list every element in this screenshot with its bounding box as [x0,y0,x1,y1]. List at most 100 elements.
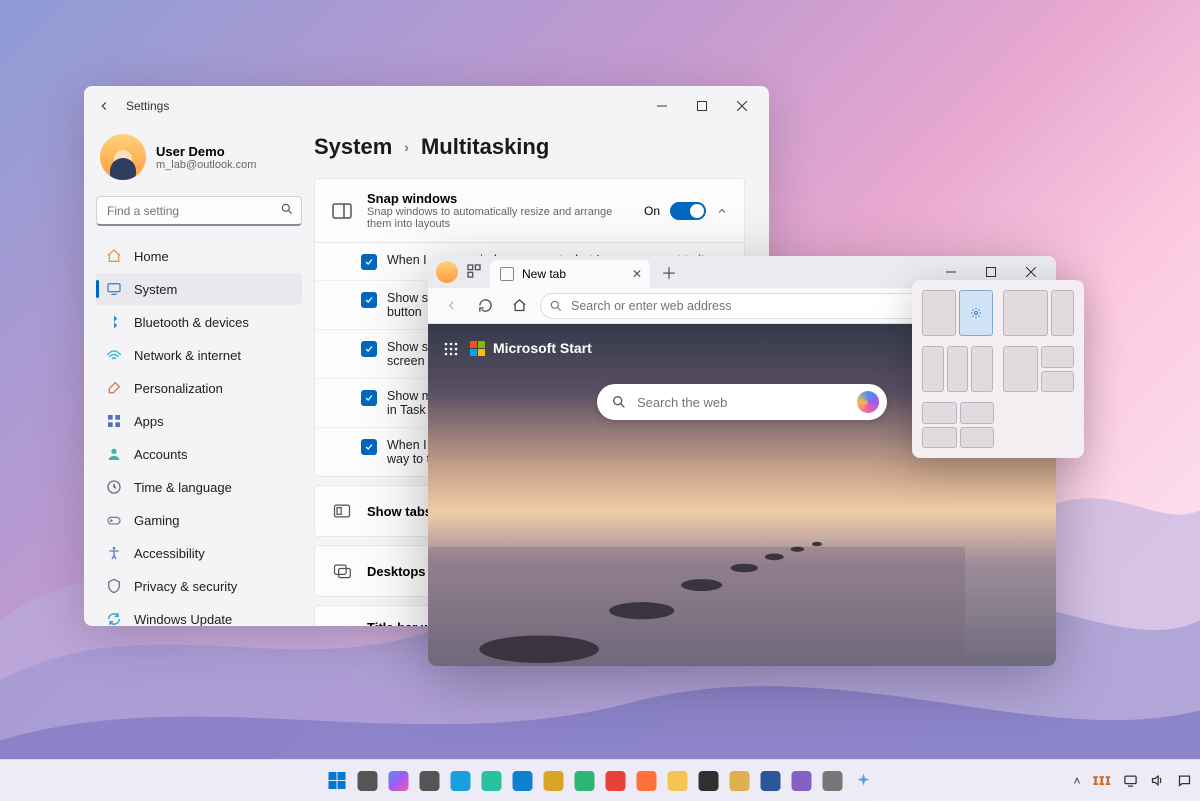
taskbar-center [324,768,877,794]
taskbar-explorer-new[interactable] [386,768,412,794]
taskbar-settings[interactable] [417,768,443,794]
taskbar-edge-canary[interactable] [541,768,567,794]
refresh-button[interactable] [472,293,498,319]
taskbar-chrome[interactable] [603,768,629,794]
search-input[interactable] [96,196,302,226]
start-brand-label: Microsoft Start [493,340,592,356]
newtab-favicon [500,267,514,281]
ntp-searchbox[interactable] [597,384,887,420]
breadcrumb-root[interactable]: System [314,134,392,160]
taskbar-edge-green[interactable] [572,768,598,794]
microsoft-logo-icon [470,341,485,356]
tray-chevron-icon[interactable]: ˄ [1074,774,1081,788]
taskbar-word[interactable] [758,768,784,794]
close-button[interactable] [723,92,761,120]
sidebar-item-home[interactable]: Home [96,240,302,272]
home-button[interactable] [506,293,532,319]
snap-layout-2col[interactable] [922,290,993,336]
snap-layout-quad[interactable] [922,402,994,448]
snap-layout-left-split[interactable] [1003,346,1074,392]
taskbar-edge[interactable] [479,768,505,794]
taskbar-edge-dev[interactable] [448,768,474,794]
sidebar-item-label: Time & language [134,480,232,495]
taskbar-files[interactable] [665,768,691,794]
checkbox-checked-icon[interactable] [361,292,377,308]
sidebar-item-time-language[interactable]: Time & language [96,471,302,503]
edge-profile-avatar[interactable] [436,261,458,283]
back-button[interactable] [92,94,116,118]
profile-email: m_lab@outlook.com [156,159,256,171]
browser-tab[interactable]: New tab ✕ [490,260,650,288]
chevron-right-icon: › [404,139,409,155]
row-icon [331,560,353,582]
snap-icon [331,200,353,222]
taskbar-edge-beta[interactable] [510,768,536,794]
taskbar[interactable]: ˄ 𝗜𝗜𝗜 [0,759,1200,801]
taskbar-task[interactable] [355,768,381,794]
minimize-button[interactable] [643,92,681,120]
row-icon [331,623,353,627]
nav-back-button[interactable] [438,293,464,319]
sidebar-item-label: Windows Update [134,612,232,627]
settings-sidebar: User Demo m_lab@outlook.com Home SystemBl… [84,126,314,626]
taskbar-store[interactable] [789,768,815,794]
taskbar-firefox[interactable] [634,768,660,794]
sidebar-item-bluetooth-devices[interactable]: Bluetooth & devices [96,306,302,338]
breadcrumb: System › Multitasking [314,130,745,178]
search-icon [549,299,563,313]
snap-layout-2col-wide[interactable] [1003,290,1074,336]
new-tab-button[interactable]: ＋ [656,259,682,285]
search-icon [611,394,627,410]
checkbox-checked-icon[interactable] [361,439,377,455]
avatar [100,134,146,180]
bt-icon [106,314,122,330]
tray-network-icon[interactable] [1123,773,1138,788]
sidebar-item-gaming[interactable]: Gaming [96,504,302,536]
chevron-up-icon[interactable] [716,205,728,217]
profile-block[interactable]: User Demo m_lab@outlook.com [96,126,302,196]
copilot-icon[interactable] [857,391,879,413]
sidebar-item-privacy-security[interactable]: Privacy & security [96,570,302,602]
tray-notifications-icon[interactable] [1177,773,1192,788]
sidebar-item-windows-update[interactable]: Windows Update [96,603,302,626]
sidebar-item-label: Network & internet [134,348,241,363]
microsoft-start-logo[interactable]: Microsoft Start [470,340,592,356]
snap-header[interactable]: Snap windows Snap windows to automatical… [315,179,744,242]
a11y-icon [106,545,122,561]
net-icon [106,347,122,363]
taskbar-ai[interactable] [851,768,877,794]
taskbar-systray[interactable]: ˄ 𝗜𝗜𝗜 [1074,773,1192,788]
search-icon [280,202,294,216]
snap-layout-flyout [912,280,1084,458]
taskbar-notes[interactable] [727,768,753,794]
taskbar-terminal[interactable] [696,768,722,794]
workspaces-icon[interactable] [466,263,484,281]
snap-layout-3col[interactable] [922,346,993,392]
sidebar-item-personalization[interactable]: Personalization [96,372,302,404]
settings-window-title: Settings [126,99,169,113]
home-icon [106,248,122,264]
checkbox-checked-icon[interactable] [361,390,377,406]
taskbar-start[interactable] [324,768,350,794]
taskbar-misc[interactable] [820,768,846,794]
sidebar-item-accessibility[interactable]: Accessibility [96,537,302,569]
sidebar-item-label: Home [134,249,169,264]
settings-search[interactable] [96,196,302,226]
acct-icon [106,446,122,462]
ntp-background-illustration [428,444,965,666]
sidebar-item-network-internet[interactable]: Network & internet [96,339,302,371]
tab-close-icon[interactable]: ✕ [632,267,642,281]
sidebar-item-accounts[interactable]: Accounts [96,438,302,470]
sidebar-item-system[interactable]: System [96,273,302,305]
checkbox-checked-icon[interactable] [361,254,377,270]
checkbox-checked-icon[interactable] [361,341,377,357]
tray-app-icon[interactable]: 𝗜𝗜𝗜 [1093,774,1111,788]
tray-volume-icon[interactable] [1150,773,1165,788]
settings-titlebar[interactable]: Settings [84,86,769,126]
ntp-search-input[interactable] [637,395,847,410]
app-launcher-icon[interactable] [444,342,458,356]
snap-toggle[interactable] [670,202,706,220]
sidebar-item-apps[interactable]: Apps [96,405,302,437]
maximize-button[interactable] [683,92,721,120]
breadcrumb-page: Multitasking [421,134,549,160]
